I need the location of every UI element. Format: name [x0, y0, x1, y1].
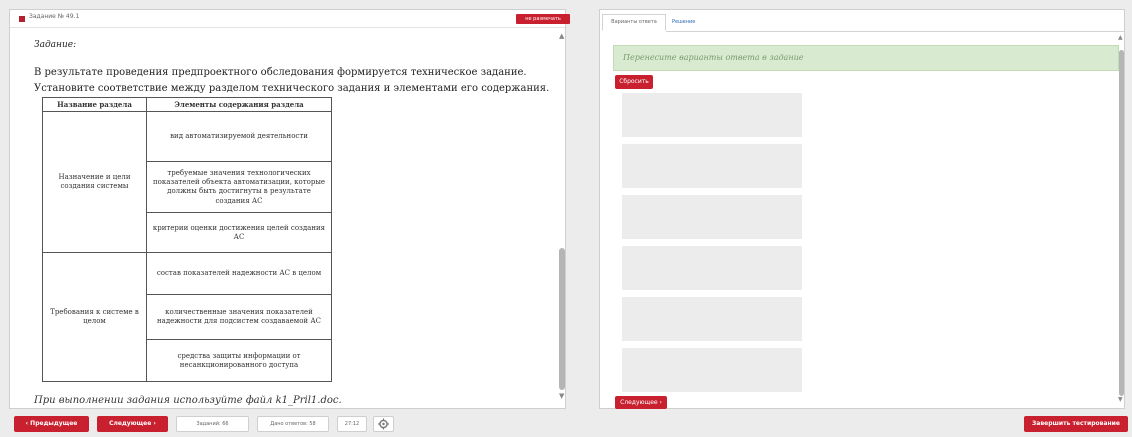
element-cell: вид автоматизируемой деятельности [146, 111, 332, 163]
answer-slot[interactable] [622, 348, 802, 392]
task-title: Задание № 49.1 [29, 13, 80, 20]
gear-icon [378, 418, 389, 430]
answers-count: Дано ответов: 58 [257, 416, 329, 432]
scroll-down-icon[interactable]: ▼ [1118, 396, 1123, 403]
element-cell: средства защиты информации от несанкцион… [146, 339, 332, 383]
reset-button[interactable]: Сбросить [615, 75, 653, 89]
mark-button[interactable]: не размечать [516, 14, 570, 24]
finish-test-button[interactable]: Завершить тестирование [1024, 416, 1128, 432]
answer-slot[interactable] [622, 246, 802, 290]
answer-slot[interactable] [622, 144, 802, 188]
next-inline-button[interactable]: Следующее › [615, 396, 667, 409]
scroll-thumb[interactable] [559, 248, 565, 390]
previous-button[interactable]: ‹ Предыдущее [14, 416, 89, 432]
element-cell: критерии оценки достижения целей создани… [146, 212, 332, 254]
tasks-count: Заданий: 66 [176, 416, 249, 432]
tab-answer-variants[interactable]: Варианты ответа [602, 14, 666, 31]
matching-table: Название раздела Элементы содержания раз… [42, 96, 332, 383]
table-header-elements: Элементы содержания раздела [146, 96, 332, 113]
drag-hint: Перенесите варианты ответа в задание [613, 45, 1119, 71]
element-cell: требуемые значения технологических показ… [146, 161, 332, 214]
task-description: В результате проведения предпроектного о… [34, 67, 527, 78]
task-marker-icon [19, 16, 25, 22]
scroll-up-icon[interactable]: ▲ [559, 32, 564, 40]
settings-button[interactable] [373, 416, 394, 432]
task-panel: Задание № 49.1 не размечать Задание: В р… [9, 9, 570, 409]
section-name-cell: Назначение и цели создания системы [42, 111, 147, 254]
tab-divider [666, 31, 1124, 32]
element-cell: состав показателей надежности АС в целом [146, 252, 332, 296]
answers-scroll-thumb[interactable] [1119, 50, 1124, 396]
answer-slot[interactable] [622, 195, 802, 239]
scroll-down-icon[interactable]: ▼ [559, 392, 564, 400]
answer-slot[interactable] [622, 93, 802, 137]
task-label: Задание: [34, 40, 77, 50]
task-scrollbar[interactable]: ▲ ▼ [559, 30, 565, 408]
next-button[interactable]: Следующее › [97, 416, 168, 432]
table-header-section: Название раздела [42, 96, 147, 113]
element-cell: количественные значения показателей наде… [146, 294, 332, 341]
tab-solution[interactable]: Решение [672, 14, 695, 31]
answers-panel: Варианты ответа Решение Перенесите вариа… [599, 9, 1125, 409]
file-hint: При выполнении задания используйте файл … [34, 395, 342, 406]
timer: 27:12 [337, 416, 367, 432]
task-instruction: Установите соответствие между разделом т… [34, 83, 550, 94]
task-header: Задание № 49.1 не размечать [10, 10, 570, 28]
scroll-up-icon[interactable]: ▲ [1118, 34, 1123, 41]
section-name-cell: Требования к системе в целом [42, 252, 147, 383]
answer-slot[interactable] [622, 297, 802, 341]
